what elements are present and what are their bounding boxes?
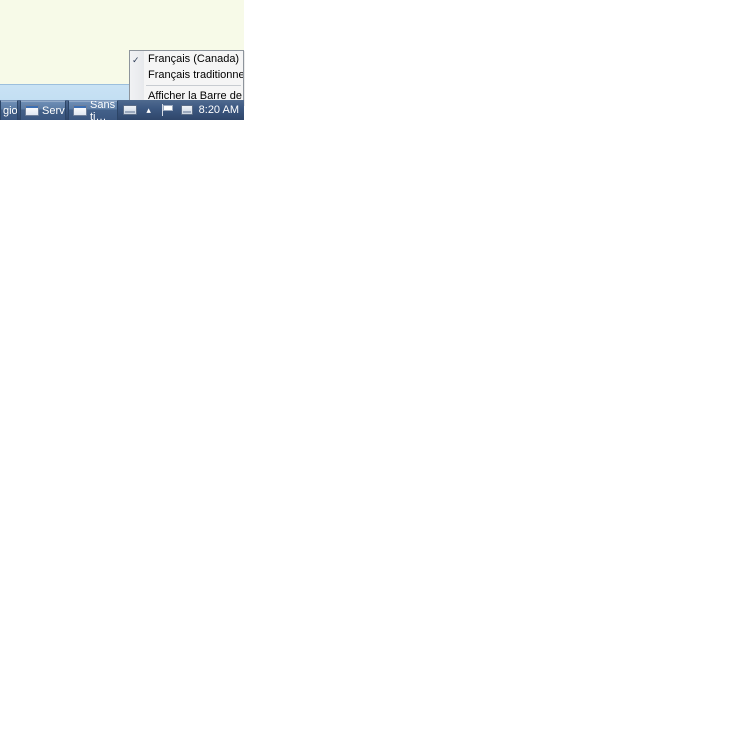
menu-item-label: Français (Canada) bbox=[148, 53, 239, 65]
window-icon bbox=[73, 105, 87, 117]
check-icon: ✓ bbox=[132, 53, 140, 67]
system-tray: ▴ 8:20 AM bbox=[119, 100, 244, 120]
flag-icon[interactable] bbox=[161, 103, 175, 117]
input-indicator-icon[interactable] bbox=[180, 103, 194, 117]
menu-item-label: Français traditionnel (Canada) bbox=[148, 69, 244, 81]
menu-separator bbox=[146, 85, 241, 86]
show-hidden-icons-icon[interactable]: ▴ bbox=[142, 103, 156, 117]
taskbar-button-services[interactable]: Servic… bbox=[20, 100, 66, 120]
keyboard-layout-icon[interactable] bbox=[123, 103, 137, 117]
taskbar-button-label: Servic… bbox=[42, 105, 66, 117]
window-icon bbox=[25, 105, 39, 117]
taskbar-clock[interactable]: 8:20 AM bbox=[199, 104, 239, 116]
taskbar: gio… Servic… Sans ti… ▴ 8:20 AM bbox=[0, 100, 244, 120]
menu-item-francais-canada[interactable]: ✓ Français (Canada) bbox=[130, 51, 243, 67]
taskbar-button-label: Sans ti… bbox=[90, 100, 115, 120]
taskbar-button-regional[interactable]: gio… bbox=[0, 100, 18, 120]
language-bar-menu: ✓ Français (Canada) Français traditionne… bbox=[129, 50, 244, 105]
menu-item-francais-traditionnel[interactable]: Français traditionnel (Canada) bbox=[130, 67, 243, 83]
taskbar-button-label: gio… bbox=[3, 105, 18, 117]
taskbar-button-sans-titre[interactable]: Sans ti… bbox=[68, 100, 118, 120]
